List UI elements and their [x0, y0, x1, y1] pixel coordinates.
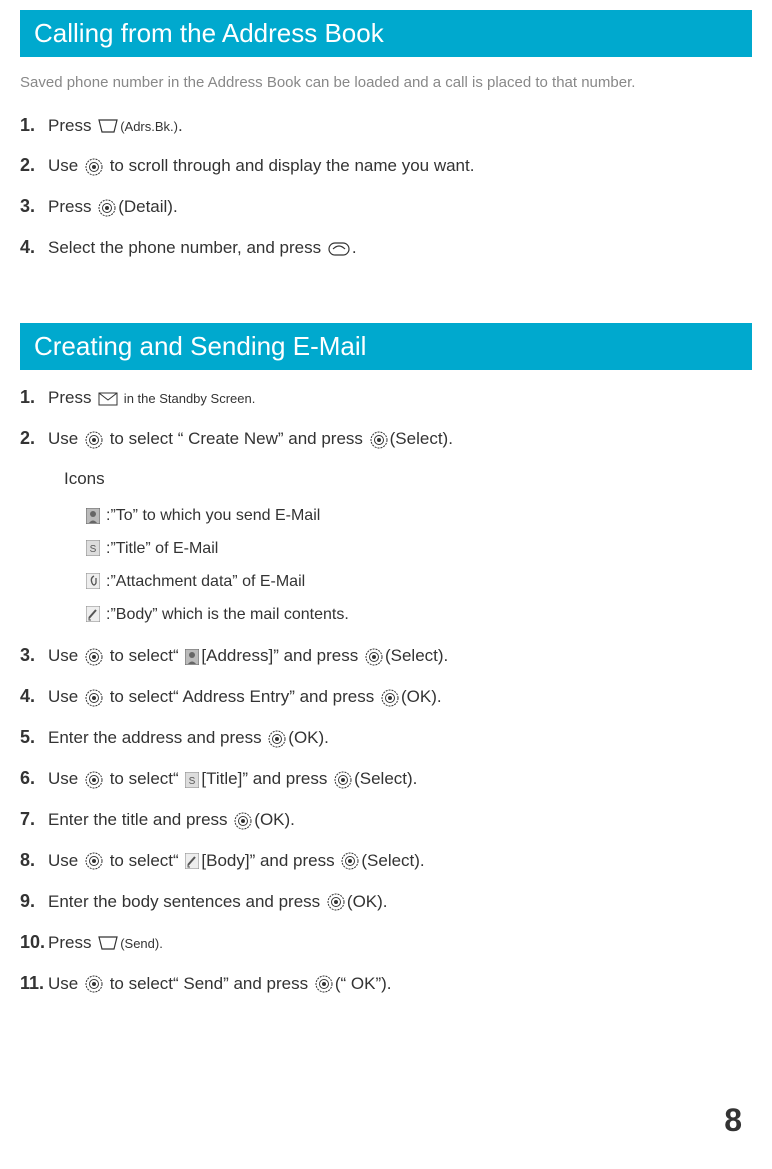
step-item: 10. Press (Send).	[20, 927, 752, 958]
step-item: 2.Use to select “ Create New” and press …	[20, 423, 752, 454]
step-text: Press (Adrs.Bk.).	[48, 112, 752, 141]
step-number: 3.	[20, 640, 48, 671]
nav-icon	[315, 975, 333, 993]
step-number: 1.	[20, 382, 48, 413]
softkey-icon	[98, 119, 118, 133]
step-number: 11.	[20, 968, 48, 999]
step-text: Enter the address and press (OK).	[48, 724, 752, 753]
nav-icon	[370, 431, 388, 449]
phone-icon	[328, 242, 350, 256]
to-icon	[185, 649, 199, 665]
step-number: 4.	[20, 681, 48, 712]
nav-icon	[85, 648, 103, 666]
nav-icon	[98, 199, 116, 217]
svg-text:S: S	[189, 776, 196, 787]
step-item: 1.Press in the Standby Screen.	[20, 382, 752, 413]
to-icon	[86, 508, 100, 524]
nav-icon	[85, 689, 103, 707]
section1-steps: 1.Press (Adrs.Bk.).2.Use to scroll throu…	[20, 110, 752, 264]
step-number: 1.	[20, 110, 48, 141]
nav-icon	[341, 852, 359, 870]
step-text: Use to select“ [Body]” and press (Select…	[48, 847, 752, 876]
nav-icon	[85, 771, 103, 789]
step-number: 10.	[20, 927, 48, 958]
nav-icon	[85, 852, 103, 870]
step-item: 4.Use to select“ Address Entry” and pres…	[20, 681, 752, 712]
step-text: Use to select“ [Address]” and press (Sel…	[48, 642, 752, 671]
icon-desc-row: :”Attachment data” of E-Mail	[84, 566, 752, 597]
step-text: Enter the title and press (OK).	[48, 806, 752, 835]
section2-steps-bottom: 3.Use to select“ [Address]” and press (S…	[20, 640, 752, 999]
nav-icon	[268, 730, 286, 748]
step-item: 3.Use to select“ [Address]” and press (S…	[20, 640, 752, 671]
softkey-label: (Send)	[120, 936, 159, 951]
nav-icon	[327, 893, 345, 911]
standby-label: in the Standby Screen.	[120, 391, 255, 406]
nav-icon	[234, 812, 252, 830]
icon-desc-text: :”Body” which is the mail contents.	[106, 600, 349, 630]
step-text: Use to select“ Send” and press (“ OK”).	[48, 970, 752, 999]
step-text: Use to select “ Create New” and press (S…	[48, 425, 752, 454]
softkey-label: (Adrs.Bk.)	[120, 119, 178, 134]
step-small-label: .	[159, 936, 163, 951]
section-header-email: Creating and Sending E-Mail	[20, 323, 752, 370]
step-item: 11. Use to select“ Send” and press (“ OK…	[20, 968, 752, 999]
title-icon: S	[86, 540, 100, 556]
icon-desc-text: :”Title” of E-Mail	[106, 534, 218, 564]
body-icon	[86, 606, 100, 622]
icon-desc-row: :”To” to which you send E-Mail	[84, 501, 752, 532]
step-item: 3.Press (Detail).	[20, 191, 752, 222]
step-text: Enter the body sentences and press (OK).	[48, 888, 752, 917]
attach-icon	[86, 573, 100, 589]
nav-icon	[365, 648, 383, 666]
softkey-icon	[98, 936, 118, 950]
icon-descriptions: :”To” to which you send E-Mail S :”Title” …	[84, 501, 752, 630]
step-text: Select the phone number, and press .	[48, 234, 752, 263]
nav-icon	[85, 431, 103, 449]
step-number: 2.	[20, 423, 48, 454]
step-item: 6.Use to select“ S[Title]” and press (Se…	[20, 763, 752, 794]
icon-desc-text: :”Attachment data” of E-Mail	[106, 567, 305, 597]
step-number: 8.	[20, 845, 48, 876]
step-text: Press in the Standby Screen.	[48, 384, 752, 413]
step-text: Use to scroll through and display the na…	[48, 152, 752, 181]
icons-heading: Icons	[64, 464, 752, 495]
page-number: 8	[724, 1102, 742, 1139]
section2-steps-top: 1.Press in the Standby Screen.2.Use to s…	[20, 382, 752, 454]
step-number: 2.	[20, 150, 48, 181]
step-text: Press (Send).	[48, 929, 752, 958]
step-number: 3.	[20, 191, 48, 222]
svg-text:S: S	[90, 544, 97, 555]
step-item: 2.Use to scroll through and display the …	[20, 150, 752, 181]
step-item: 4.Select the phone number, and press .	[20, 232, 752, 263]
step-number: 4.	[20, 232, 48, 263]
step-item: 7.Enter the title and press (OK).	[20, 804, 752, 835]
step-item: 1.Press (Adrs.Bk.).	[20, 110, 752, 141]
icon-desc-text: :”To” to which you send E-Mail	[106, 501, 320, 531]
nav-icon	[334, 771, 352, 789]
step-text: Use to select“ S[Title]” and press (Sele…	[48, 765, 752, 794]
section-header-calling: Calling from the Address Book	[20, 10, 752, 57]
nav-icon	[381, 689, 399, 707]
step-item: 5.Enter the address and press (OK).	[20, 722, 752, 753]
step-text: Use to select“ Address Entry” and press …	[48, 683, 752, 712]
nav-icon	[85, 975, 103, 993]
step-small-label: in the Standby Screen.	[120, 391, 255, 406]
step-number: 5.	[20, 722, 48, 753]
step-item: 8.Use to select“ [Body]” and press (Sele…	[20, 845, 752, 876]
title-icon: S	[185, 772, 199, 788]
body-icon	[185, 853, 199, 869]
step-number: 6.	[20, 763, 48, 794]
icon-desc-row: :”Body” which is the mail contents.	[84, 599, 752, 630]
mail-icon	[98, 392, 118, 406]
step-number: 9.	[20, 886, 48, 917]
step-item: 9.Enter the body sentences and press (OK…	[20, 886, 752, 917]
icon-desc-row: S :”Title” of E-Mail	[84, 534, 752, 565]
nav-icon	[85, 158, 103, 176]
step-number: 7.	[20, 804, 48, 835]
intro-text: Saved phone number in the Address Book c…	[20, 69, 752, 98]
step-text: Press (Detail).	[48, 193, 752, 222]
